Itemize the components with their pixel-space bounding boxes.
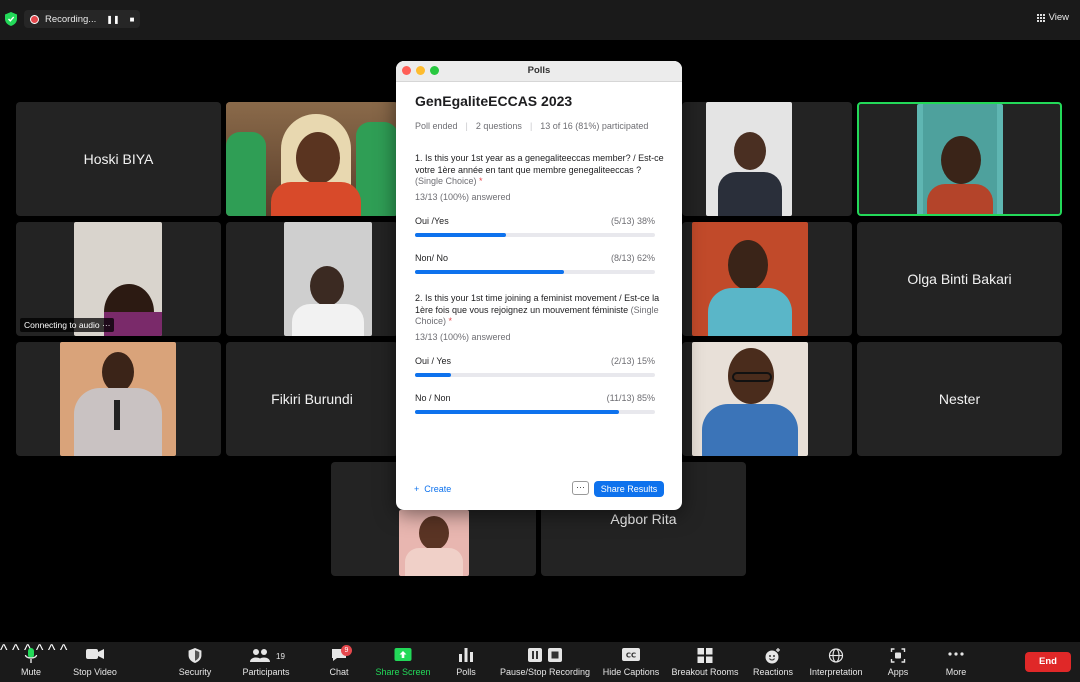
create-poll-button[interactable]: + Create xyxy=(414,484,451,494)
polls-titlebar: Polls xyxy=(396,61,682,82)
poll-question-count: 2 questions xyxy=(475,121,522,131)
poll-result-bar xyxy=(415,373,655,377)
hide-captions-button[interactable]: CC Hide Captions xyxy=(600,642,662,682)
view-button[interactable]: View xyxy=(1036,12,1069,23)
poll-result-fill xyxy=(415,373,451,377)
svg-text:CC: CC xyxy=(626,652,636,660)
closed-captions-icon: CC xyxy=(622,648,640,661)
participant-video xyxy=(692,342,808,456)
participant-name: Fikiri Burundi xyxy=(271,391,353,407)
apps-button[interactable]: Apps xyxy=(878,642,918,682)
mute-options-chevron-icon[interactable]: ^ xyxy=(0,642,8,659)
emoji-reaction-icon xyxy=(765,648,780,664)
pause-recording-icon[interactable]: ❚❚ xyxy=(106,15,119,24)
participant-tile-video[interactable] xyxy=(682,102,852,216)
poll-title: GenEgaliteECCAS 2023 xyxy=(415,93,573,109)
poll-result-fill xyxy=(415,233,507,237)
end-meeting-button[interactable]: End xyxy=(1025,652,1071,672)
breakout-rooms-button[interactable]: Breakout Rooms xyxy=(670,642,740,682)
participant-tile-nester[interactable]: Nester xyxy=(857,342,1062,456)
participants-icon xyxy=(250,649,270,662)
participant-video xyxy=(692,222,808,336)
poll-result-fill xyxy=(415,410,619,414)
participant-tile-video[interactable] xyxy=(226,222,398,336)
stop-recording-icon[interactable]: ■ xyxy=(130,15,135,24)
poll-result-bar xyxy=(415,233,655,237)
participant-video xyxy=(917,104,1003,214)
poll-result-fill xyxy=(415,270,564,274)
share-screen-icon xyxy=(394,648,412,661)
participant-video xyxy=(226,102,398,216)
poll-participation: 13 of 16 (81%) participated xyxy=(540,121,649,131)
poll-option: Oui / Yes (2/13) 15% xyxy=(415,356,655,366)
globe-icon xyxy=(828,648,844,663)
breakout-rooms-icon xyxy=(697,648,713,663)
stop-video-button[interactable]: Stop Video xyxy=(68,642,122,682)
poll-question-1-answered: 13/13 (100%) answered xyxy=(415,192,511,202)
chat-unread-badge: 9 xyxy=(341,645,352,656)
participant-name: Hoski BIYA xyxy=(83,151,154,167)
participants-button[interactable]: 19 Participants xyxy=(236,642,296,682)
participant-name: Olga Binti Bakari xyxy=(907,271,1012,287)
chat-button[interactable]: 9 Chat xyxy=(318,642,360,682)
poll-question-2: 2. Is this your 1st time joining a femin… xyxy=(415,293,660,326)
video-camera-icon xyxy=(86,649,104,659)
poll-result-bar xyxy=(415,270,655,274)
participant-video xyxy=(399,510,469,576)
pause-stop-recording-button[interactable]: Pause/Stop Recording xyxy=(498,642,592,682)
poll-option: No / Non (11/13) 85% xyxy=(415,393,655,403)
polls-chart-icon xyxy=(459,648,473,662)
participant-name: Agbor Rita xyxy=(610,511,677,527)
more-dots-icon xyxy=(948,652,964,656)
participant-tile-video[interactable] xyxy=(16,342,221,456)
participant-tile-video[interactable] xyxy=(682,342,852,456)
security-shield-icon xyxy=(5,12,17,26)
participant-tile-active-speaker[interactable] xyxy=(857,102,1062,216)
apps-icon xyxy=(890,648,906,663)
poll-status: Poll ended xyxy=(415,121,458,131)
poll-question-2-answered: 13/13 (100%) answered xyxy=(415,332,511,342)
participant-tile-video[interactable] xyxy=(226,102,398,216)
poll-result-bar xyxy=(415,410,655,414)
interpretation-button[interactable]: Interpretation xyxy=(804,642,868,682)
polls-window: Polls GenEgaliteECCAS 2023 Poll ended | … xyxy=(396,61,682,510)
more-options-button[interactable]: ··· xyxy=(572,481,589,495)
more-button[interactable]: More xyxy=(936,642,976,682)
participant-video xyxy=(284,222,372,336)
view-label: View xyxy=(1048,12,1069,23)
connecting-audio-label: Connecting to audio ··· xyxy=(20,318,115,332)
participant-video xyxy=(60,342,176,456)
participant-name: Nester xyxy=(938,391,981,407)
shield-icon xyxy=(188,648,202,663)
recording-indicator[interactable]: Recording... ❚❚ ■ xyxy=(24,10,141,28)
meeting-toolbar: Mute ^ Stop Video ^ Security 19 Particip… xyxy=(0,642,1080,682)
share-screen-button[interactable]: Share Screen xyxy=(372,642,434,682)
share-results-button[interactable]: Share Results xyxy=(594,481,664,497)
poll-question-1: 1. Is this your 1st year as a genegalite… xyxy=(415,153,664,186)
recording-label: Recording... xyxy=(45,13,97,25)
mute-button[interactable]: Mute xyxy=(10,642,52,682)
captions-options-chevron-icon[interactable]: ^ xyxy=(60,642,68,659)
poll-meta: Poll ended | 2 questions | 13 of 16 (81%… xyxy=(415,121,649,131)
grid-view-icon xyxy=(1036,13,1045,22)
participant-tile-connecting[interactable]: Connecting to audio ··· xyxy=(16,222,221,336)
participant-tile-fikiri[interactable]: Fikiri Burundi xyxy=(226,342,398,456)
participant-video xyxy=(706,102,792,216)
participants-count: 19 xyxy=(276,652,285,661)
meeting-topbar: Recording... ❚❚ ■ View xyxy=(0,0,1080,40)
security-button[interactable]: Security xyxy=(170,642,220,682)
pause-stop-icon xyxy=(528,648,562,662)
reactions-button[interactable]: Reactions xyxy=(750,642,796,682)
poll-footer: + Create ··· Share Results xyxy=(396,479,682,499)
participant-tile-video[interactable] xyxy=(682,222,852,336)
participant-tile-hoski[interactable]: Hoski BIYA xyxy=(16,102,221,216)
participant-tile-olga[interactable]: Olga Binti Bakari xyxy=(857,222,1062,336)
poll-option: Oui /Yes (5/13) 38% xyxy=(415,216,655,226)
polls-button[interactable]: Polls xyxy=(446,642,486,682)
plus-icon: + xyxy=(414,484,420,494)
poll-option: Non/ No (8/13) 62% xyxy=(415,253,655,263)
polls-window-title: Polls xyxy=(527,65,551,76)
microphone-icon xyxy=(24,648,38,663)
recording-dot-icon xyxy=(30,14,39,24)
